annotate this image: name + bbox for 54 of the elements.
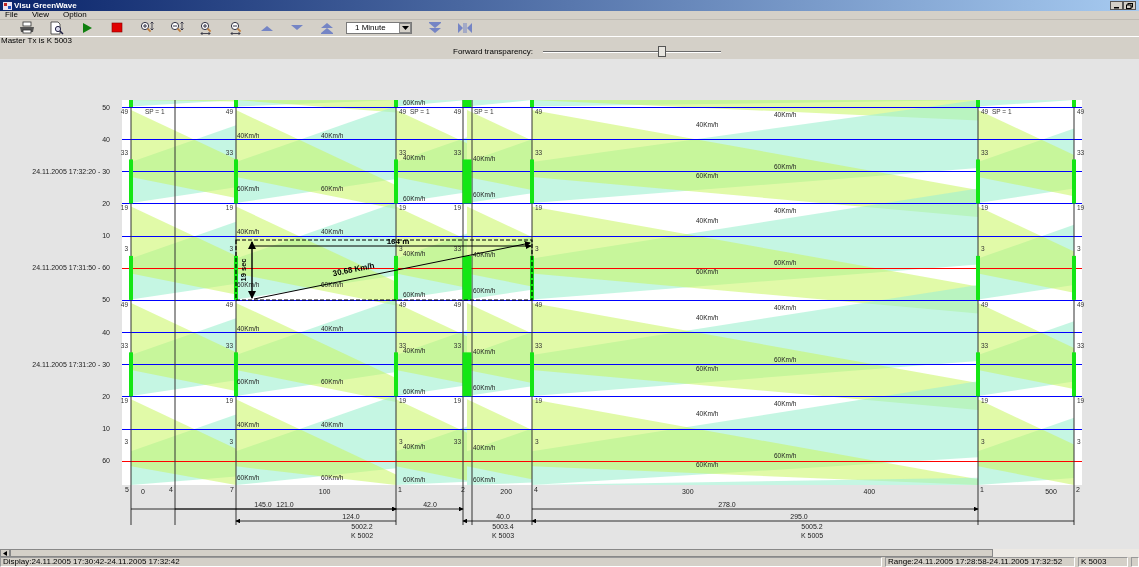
signal-phase-bar — [394, 159, 398, 204]
double-up-icon — [319, 20, 335, 36]
app-icon — [3, 1, 12, 10]
scroll-left-button[interactable] — [0, 549, 10, 557]
signal-phase-bar — [234, 255, 238, 300]
transparency-slider[interactable] — [543, 46, 722, 58]
signal-phase-bar — [530, 100, 534, 107]
signal-phase-bar — [129, 352, 133, 397]
stop-icon — [109, 20, 125, 36]
master-info-text: Master Tx is K 5003 — [1, 36, 72, 45]
signal-phase-bar — [976, 352, 980, 397]
fit-width-icon — [457, 20, 473, 36]
signal-phase-bar — [976, 159, 980, 204]
menu-item[interactable]: View — [31, 11, 50, 19]
window-title: Visu GreenWave — [14, 1, 77, 10]
signal-phase-bar — [530, 255, 534, 300]
signal-phase-bar — [129, 159, 133, 204]
signal-phase-bar — [1072, 100, 1076, 107]
signal-phase-bar — [462, 159, 472, 204]
signal-phase-bar — [234, 352, 238, 397]
slider-label: Forward transparency: — [453, 48, 534, 56]
minimize-button[interactable] — [1110, 1, 1123, 10]
signal-phase-bar — [394, 255, 398, 300]
arrow-left-icon — [3, 550, 7, 556]
menu-item[interactable]: Option — [63, 11, 87, 19]
signal-phase-bar — [1072, 352, 1076, 397]
signal-phase-bar — [976, 255, 980, 300]
status-display-text: Display:24.11.2005 17:30:42-24.11.2005 17:32:42 — [3, 557, 180, 566]
menu-item[interactable]: File — [5, 11, 18, 19]
signal-phase-bar — [462, 100, 472, 107]
signal-phase-bar — [394, 100, 398, 107]
signal-phase-bar — [234, 100, 238, 107]
signal-phase-bar — [129, 100, 133, 107]
restore-icon — [1126, 2, 1133, 9]
signal-phase-bar — [530, 352, 534, 397]
status-range-text: Range:24.11.2005 17:28:58-24.11.2005 17:32:52 — [885, 557, 1075, 567]
signal-phase-bar — [462, 255, 472, 300]
slider-thumb[interactable] — [658, 46, 667, 57]
signal-phase-bar — [530, 159, 534, 204]
speed-result-label: 30.68 Km/h — [331, 260, 376, 279]
signal-phase-bar — [462, 352, 472, 397]
signal-phase-bar — [129, 255, 133, 300]
signal-phase-bar — [1072, 255, 1076, 300]
dropdown-arrow-icon — [401, 25, 409, 31]
status-master-text: K 5003 — [1078, 557, 1128, 567]
status-panel — [1131, 557, 1139, 567]
signal-phase-bar — [394, 352, 398, 397]
restore-button[interactable] — [1123, 1, 1136, 10]
interval-dropdown[interactable]: 1 Minute — [346, 22, 412, 34]
signal-phase-bar — [1072, 159, 1076, 204]
signal-phase-bar — [234, 159, 238, 204]
distance-label: 164 m — [386, 237, 410, 246]
signal-phase-bar — [976, 100, 980, 107]
double-down-icon — [427, 20, 443, 36]
